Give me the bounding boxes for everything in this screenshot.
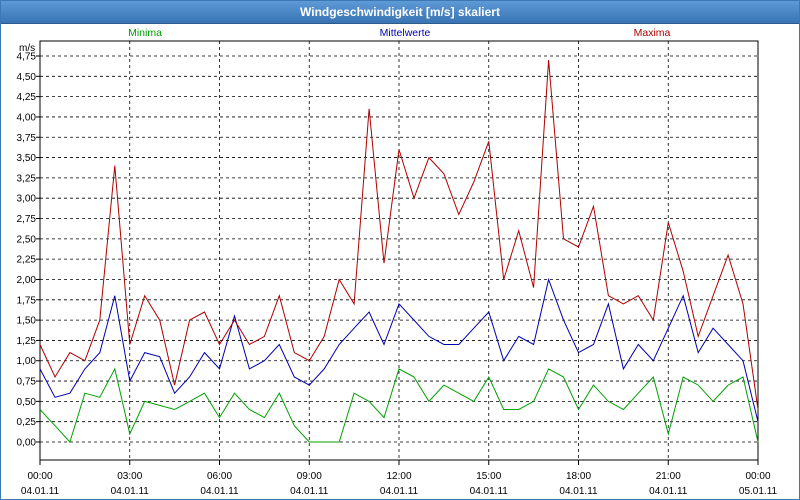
x-tick-date: 04.01.11 [200,486,239,497]
y-tick-label: 1,75 [17,295,37,306]
x-tick-date: 05.01.11 [739,486,778,497]
y-tick-label: 2,25 [17,255,37,266]
y-tick-label: 2,50 [17,234,37,245]
y-tick-label: 3,25 [17,173,37,184]
y-tick-label: 3,00 [17,194,37,205]
x-tick-date: 04.01.11 [559,486,598,497]
legend-mittelwerte: Mittelwerte [380,27,431,39]
y-tick-label: 0,00 [17,438,37,449]
x-tick-date: 04.01.11 [380,486,419,497]
y-axis-label: m/s [19,43,35,54]
grid [40,41,758,460]
x-tick-date: 04.01.11 [111,486,150,497]
x-tick-date: 04.01.11 [649,486,688,497]
x-tick-time: 18:00 [566,471,591,482]
x-tick-time: 21:00 [656,471,681,482]
y-tick-label: 4,00 [17,112,37,123]
y-tick-label: 1,25 [17,336,37,347]
x-axis: 00:00 04.01.11 03:00 04.01.11 06:00 04.01.11 0… [21,460,778,497]
y-tick-label: 4,25 [17,92,37,103]
x-tick-date: 04.01.11 [290,486,329,497]
legend-maxima: Maxima [634,27,671,39]
y-tick-label: 2,00 [17,275,37,286]
x-tick-time: 12:00 [386,471,411,482]
y-tick-label: 0,50 [17,397,37,408]
y-tick-label: 4,50 [17,72,37,83]
y-tick-label: 0,25 [17,417,37,428]
x-tick-time: 00:00 [27,471,52,482]
y-axis: 0,00 0,25 0,50 0,75 1,00 1,25 1,50 1,75 2,00 2,25… [17,52,40,449]
y-tick-label: 2,75 [17,214,37,225]
x-tick-time: 03:00 [117,471,142,482]
x-tick-time: 09:00 [297,471,322,482]
x-tick-time: 00:00 [745,471,770,482]
x-tick-date: 04.01.11 [470,486,509,497]
y-tick-label: 1,50 [17,316,37,327]
legend-minima: Minima [128,27,162,39]
y-tick-label: 1,00 [17,356,37,367]
x-tick-date: 04.01.11 [21,486,60,497]
y-tick-label: 0,75 [17,377,37,388]
wind-speed-chart: 0,00 0,25 0,50 0,75 1,00 1,25 1,50 1,75 2,00 2,25… [17,27,778,497]
x-tick-time: 06:00 [207,471,232,482]
x-tick-time: 15:00 [476,471,501,482]
y-tick-label: 3,75 [17,133,37,144]
y-tick-label: 3,50 [17,153,37,164]
